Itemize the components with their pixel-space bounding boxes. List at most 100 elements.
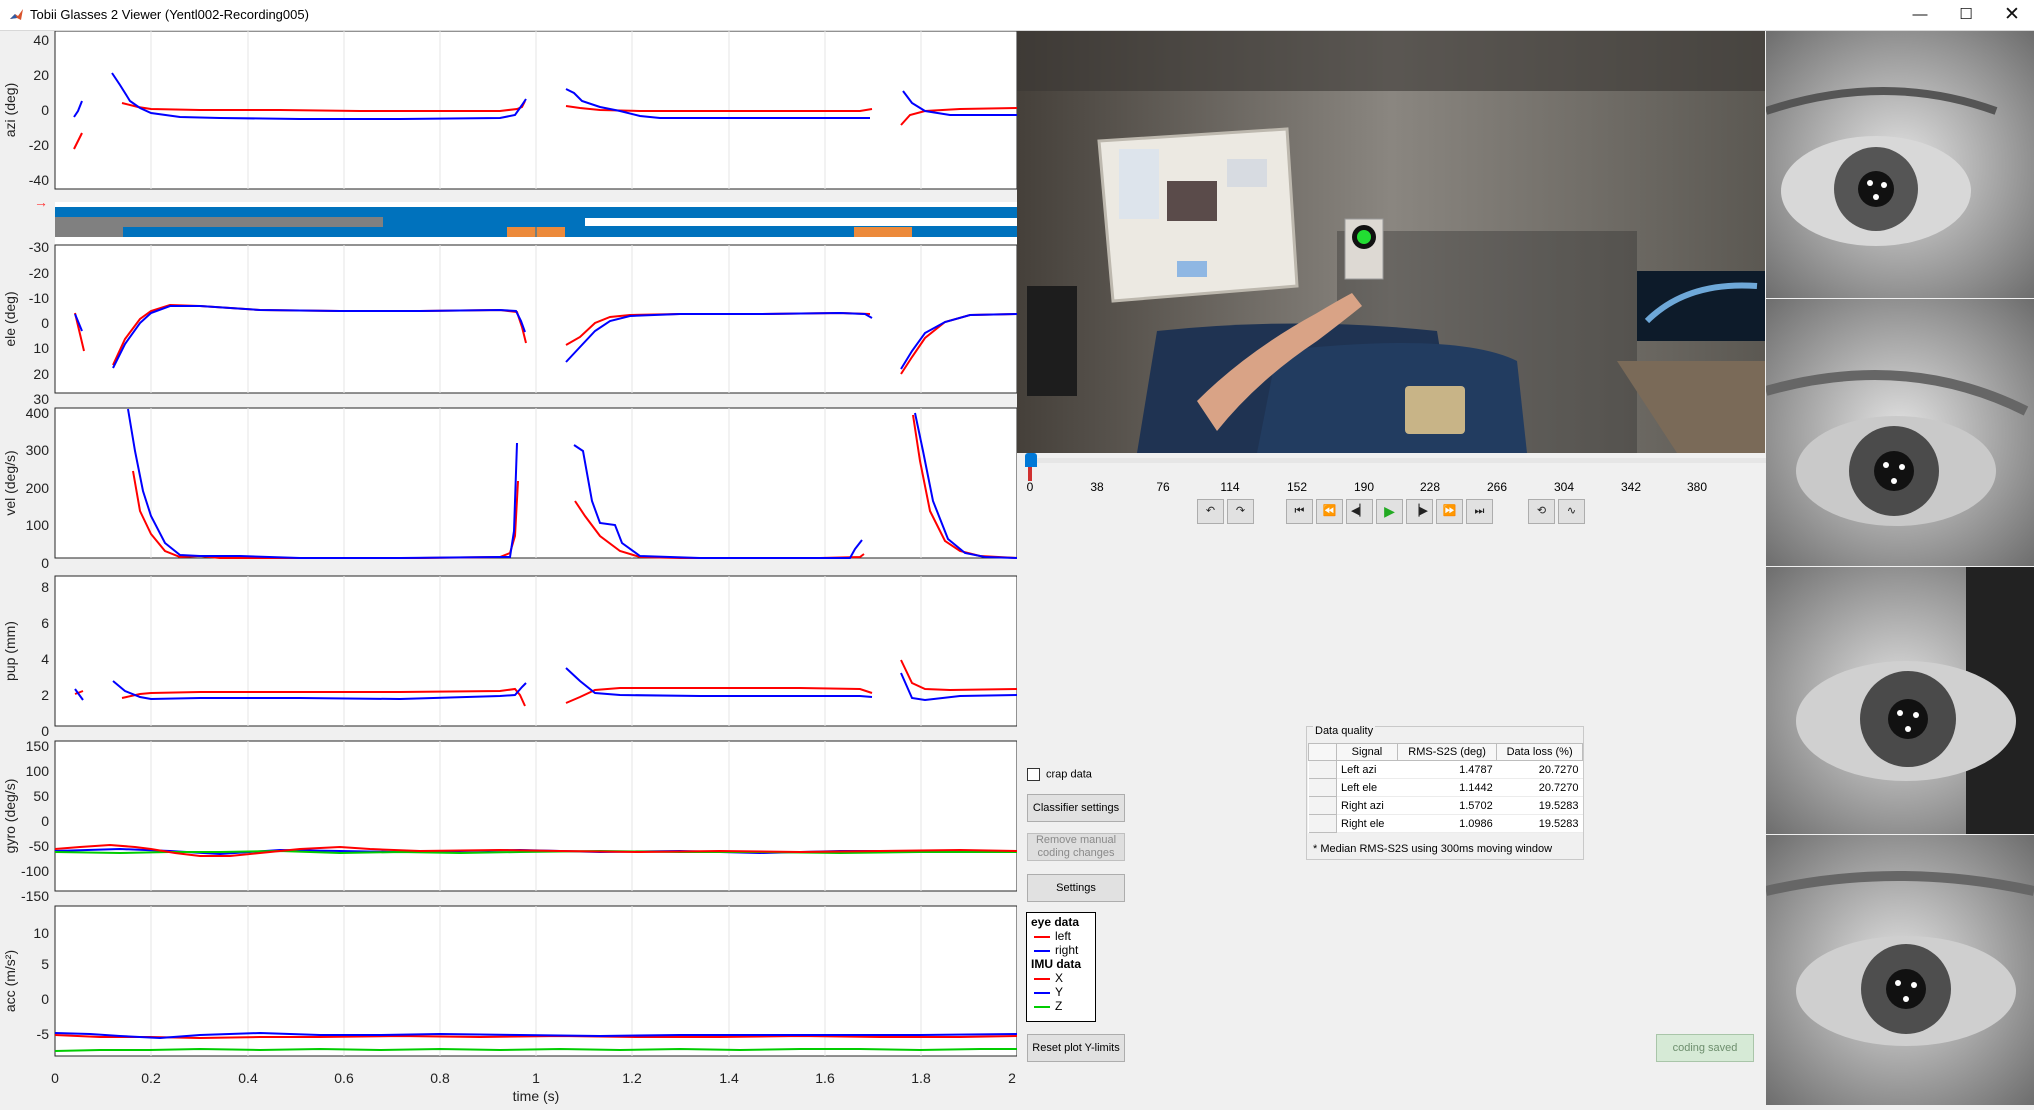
timeline-tick: 0 — [1026, 480, 1034, 494]
acc-tick: 10 — [33, 925, 49, 941]
x-tick: 1.2 — [622, 1070, 642, 1086]
loss-cell: 19.5283 — [1496, 796, 1583, 815]
x-tick: 1.4 — [719, 1070, 739, 1086]
step-back-frame-button[interactable]: ↶ — [1197, 499, 1224, 524]
timeline-tick: 190 — [1353, 480, 1375, 494]
gyro-tick: 50 — [33, 788, 49, 804]
signal-plots[interactable]: → 40 20 0 -20 -40 -30 -20 -10 0 10 20 30… — [0, 30, 1018, 1105]
azi-tick: 20 — [33, 67, 49, 83]
data-quality-note: * Median RMS-S2S using 300ms moving wind… — [1313, 843, 1553, 855]
timeline-tick: 228 — [1419, 480, 1441, 494]
remove-manual-coding-button[interactable]: Remove manual coding changes — [1027, 833, 1125, 861]
x-tick: 0.8 — [430, 1070, 450, 1086]
eye-camera-strip — [1764, 31, 2034, 1105]
classifier-settings-button[interactable]: Classifier settings — [1027, 794, 1125, 822]
eye-image-right-bottom — [1764, 835, 2034, 1105]
rms-cell: 1.0986 — [1397, 814, 1497, 833]
skip-to-end-button[interactable]: ⏭ — [1466, 499, 1493, 524]
eye-image-left-bottom — [1764, 299, 2034, 566]
coding-bar-unclassified[interactable] — [55, 217, 383, 227]
table-row: Right ele 1.0986 19.5283 — [1308, 814, 1583, 833]
acc-tick: 0 — [41, 991, 49, 1007]
vel-tick: 300 — [26, 442, 50, 458]
eye-image-right-top — [1766, 567, 2034, 834]
skip-to-start-button[interactable]: ⏮ — [1286, 499, 1313, 524]
signal-cell: Left azi — [1336, 760, 1398, 779]
fast-forward-button[interactable]: ⏩ — [1436, 499, 1463, 524]
close-button[interactable]: ✕ — [1989, 0, 2034, 30]
pup-tick: 6 — [41, 615, 49, 631]
legend-imu-header: IMU data — [1031, 957, 1082, 971]
data-quality-title: Data quality — [1313, 725, 1376, 737]
coding-bar-unclassified[interactable] — [55, 227, 123, 237]
x-tick: 1.6 — [815, 1070, 835, 1086]
jacket — [1027, 286, 1077, 396]
x-tick: 1.8 — [911, 1070, 931, 1086]
signal-cell: Right ele — [1336, 814, 1398, 833]
play-button[interactable]: ▶ — [1376, 499, 1403, 524]
table-row: Left ele 1.1442 20.7270 — [1308, 778, 1583, 797]
reset-ylimits-button[interactable]: Reset plot Y-limits — [1027, 1034, 1125, 1062]
x-tick-labels: 0 0.2 0.4 0.6 0.8 1 1.2 1.4 1.6 1.8 2 — [51, 1070, 1016, 1086]
x-tick: 2 — [1008, 1070, 1016, 1086]
azi-tick: 0 — [41, 102, 49, 118]
coding-bars[interactable] — [55, 207, 1017, 237]
legend-item-x: X — [1031, 971, 1091, 985]
checkbox-box[interactable] — [1027, 768, 1040, 781]
minimize-button[interactable]: — — [1897, 0, 1943, 30]
vel-tick: 0 — [41, 555, 49, 571]
rms-cell: 1.5702 — [1397, 796, 1497, 815]
timeline-thumb[interactable] — [1025, 453, 1037, 467]
x-tick: 0.6 — [334, 1070, 354, 1086]
crap-data-label: crap data — [1046, 768, 1092, 781]
step-forward-frame-button[interactable]: ↷ — [1227, 499, 1254, 524]
video-timeline[interactable]: 0 38 76 114 152 190 228 266 304 342 380 — [1017, 453, 1772, 503]
gaze-marker — [1357, 230, 1371, 244]
timeline-tick: 152 — [1286, 480, 1308, 494]
gyro-tick: 100 — [26, 763, 50, 779]
step-forward-button[interactable]: ▕▶ — [1406, 499, 1433, 524]
legend-eye-header: eye data — [1031, 915, 1080, 929]
pup-tick: 4 — [41, 651, 49, 667]
pup-tick: 0 — [41, 723, 49, 739]
ele-tick: -10 — [29, 290, 49, 306]
coding-saved-status: coding saved — [1656, 1034, 1754, 1062]
acc-axis-label: acc (m/s²) — [2, 950, 18, 1012]
x-tick: 1 — [532, 1070, 540, 1086]
step-back-button[interactable]: ◀▏ — [1346, 499, 1373, 524]
vel-tick: 100 — [26, 517, 50, 533]
settings-button[interactable]: Settings — [1027, 874, 1125, 902]
crap-data-checkbox[interactable]: crap data — [1027, 768, 1092, 781]
vel-tick: 200 — [26, 480, 50, 496]
loss-cell: 20.7270 — [1496, 778, 1583, 797]
gyro-axis-label: gyro (deg/s) — [2, 779, 18, 854]
timeline-tick: 380 — [1686, 480, 1708, 494]
ele-tick: -30 — [29, 239, 49, 255]
monitor — [1637, 271, 1765, 341]
rewind-button[interactable]: ⏪ — [1316, 499, 1343, 524]
x-axis-label: time (s) — [513, 1088, 560, 1104]
eye-image-left-top — [1764, 31, 2034, 298]
vel-tick: 400 — [26, 405, 50, 421]
waveform-icon[interactable]: ∿ — [1558, 499, 1585, 524]
ele-tick: 10 — [33, 340, 49, 356]
timeline-track[interactable] — [1032, 458, 1772, 463]
ele-tick: -20 — [29, 265, 49, 281]
coding-bar-gap[interactable] — [585, 218, 1017, 226]
y-tick-labels: 40 20 0 -20 -40 -30 -20 -10 0 10 20 30 4… — [21, 32, 49, 1042]
column-header: Data loss (%) — [1496, 743, 1583, 761]
maximize-button[interactable]: ☐ — [1943, 0, 1989, 30]
gyro-tick: 0 — [41, 813, 49, 829]
coding-bar-saccade[interactable] — [854, 227, 912, 237]
pup-tick: 2 — [41, 687, 49, 703]
azi-tick: 40 — [33, 32, 49, 48]
timeline-tick: 114 — [1220, 480, 1240, 494]
azi-axis-label: azi (deg) — [2, 83, 18, 137]
legend-item-z: Z — [1031, 999, 1091, 1013]
gyro-tick: -150 — [21, 888, 49, 904]
loop-icon[interactable]: ⟲ — [1528, 499, 1555, 524]
timeline-tick: 38 — [1090, 480, 1104, 494]
scene-video[interactable] — [1017, 31, 1765, 453]
scene-video-frame — [1017, 31, 1765, 453]
gyro-tick: 150 — [26, 738, 50, 754]
